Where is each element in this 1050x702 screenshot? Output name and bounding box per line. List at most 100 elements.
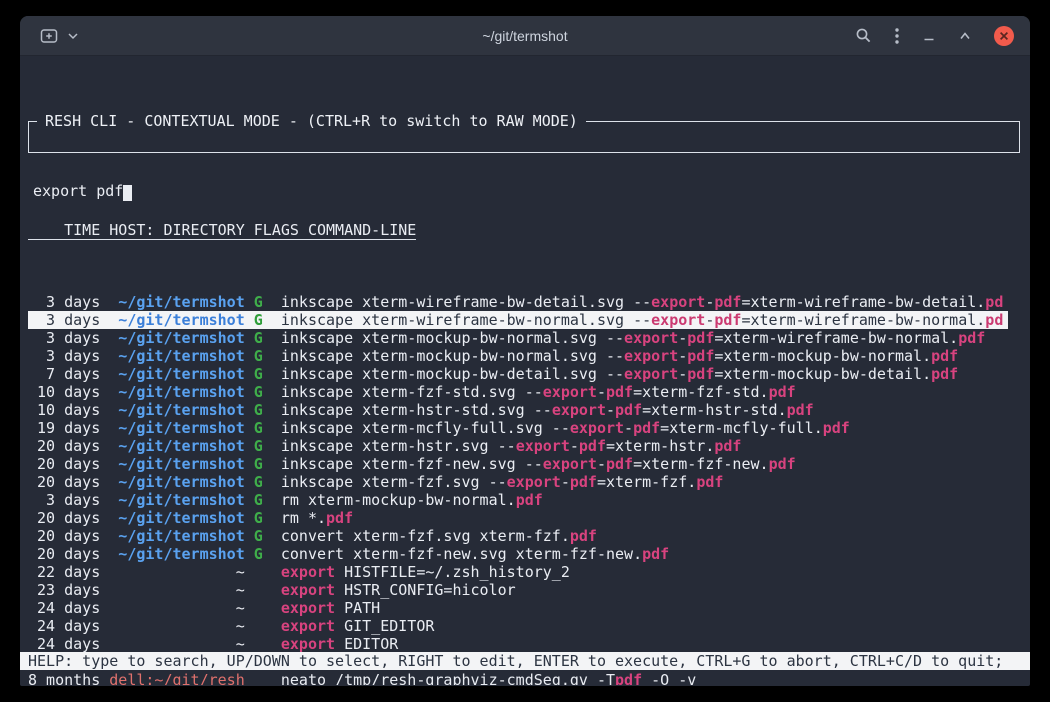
row-flags: G	[254, 419, 281, 437]
row-command: inkscape xterm-mockup-bw-detail.svg --ex…	[281, 365, 958, 383]
command-match-highlight: pdf	[615, 401, 642, 419]
row-command: inkscape xterm-fzf-new.svg --export-pdf=…	[281, 455, 796, 473]
command-match-highlight: pdf	[579, 437, 606, 455]
command-match-highlight: pdf	[787, 401, 814, 419]
history-row: 24 days ~ export GIT_EDITOR	[28, 617, 1008, 635]
row-command: inkscape xterm-mockup-bw-normal.svg --ex…	[281, 347, 958, 365]
command-text: -	[606, 401, 615, 419]
command-match-highlight: export	[651, 311, 705, 329]
row-directory: ~/git/termshot	[109, 365, 254, 383]
command-text: PATH	[335, 599, 380, 617]
command-text: =xterm-fzf-new.	[633, 455, 768, 473]
row-command: inkscape xterm-wireframe-bw-detail.svg -…	[281, 293, 1003, 311]
command-text: -	[705, 293, 714, 311]
history-row: 3 days ~/git/termshot G rm xterm-mockup-…	[28, 491, 1008, 509]
row-directory: ~/git/termshot	[109, 545, 254, 563]
command-text: HSTR_CONFIG=hicolor	[335, 581, 516, 599]
search-button[interactable]	[855, 27, 872, 44]
row-directory: ~/git/termshot	[109, 437, 254, 455]
row-flags	[254, 581, 281, 599]
row-flags: G	[254, 329, 281, 347]
minimize-button[interactable]	[922, 29, 936, 43]
row-flags: G	[254, 545, 281, 563]
row-directory: dell:~/git/resh	[109, 671, 254, 685]
command-text: inkscape xterm-wireframe-bw-detail.svg -…	[281, 293, 651, 311]
row-directory: ~	[109, 635, 254, 653]
maximize-button[interactable]	[958, 29, 972, 43]
row-command: inkscape xterm-mcfly-full.svg --export-p…	[281, 419, 850, 437]
command-match-highlight: pdf	[714, 437, 741, 455]
command-text: -	[570, 437, 579, 455]
command-match-highlight: pdf	[615, 671, 642, 685]
command-match-highlight: export	[570, 419, 624, 437]
command-match-highlight: pdf	[326, 509, 353, 527]
command-text: =xterm-wireframe-bw-normal.	[714, 329, 958, 347]
row-directory: ~/git/termshot	[109, 311, 254, 329]
row-flags: G	[254, 293, 281, 311]
row-time: 20 days	[28, 455, 109, 473]
close-button[interactable]	[994, 26, 1014, 46]
row-time: 20 days	[28, 437, 109, 455]
history-row: 3 days ~/git/termshot G inkscape xterm-m…	[28, 347, 1008, 365]
kebab-menu-icon	[894, 27, 900, 45]
history-row: 10 days ~/git/termshot G inkscape xterm-…	[28, 383, 1008, 401]
command-text: -	[624, 419, 633, 437]
command-match-highlight: pdf	[606, 455, 633, 473]
command-match-highlight: pdf	[696, 473, 723, 491]
command-match-highlight: export	[507, 473, 561, 491]
row-time: 10 days	[28, 401, 109, 419]
command-match-highlight: pd	[985, 311, 1003, 329]
history-row: 20 days ~/git/termshot G convert xterm-f…	[28, 527, 1008, 545]
search-panel-title: RESH CLI - CONTEXTUAL MODE - (CTRL+R to …	[37, 112, 586, 130]
row-flags: G	[254, 311, 281, 329]
row-directory: ~/git/termshot	[109, 383, 254, 401]
row-time: 3 days	[28, 347, 109, 365]
command-text: inkscape xterm-wireframe-bw-normal.svg -…	[281, 311, 651, 329]
row-command: export HISTFILE=~/.zsh_history_2	[281, 563, 570, 581]
row-time: 3 days	[28, 329, 109, 347]
command-match-highlight: pdf	[687, 365, 714, 383]
tab-dropdown-button[interactable]	[68, 32, 78, 40]
command-text: inkscape xterm-mcfly-full.svg --	[281, 419, 570, 437]
menu-button[interactable]	[894, 27, 900, 45]
command-match-highlight: pdf	[516, 491, 543, 509]
row-flags: G	[254, 401, 281, 419]
command-text: neato /tmp/resh-graphviz-cmdSeq.gv -T	[281, 671, 615, 685]
command-match-highlight: export	[624, 347, 678, 365]
command-match-highlight: pdf	[769, 383, 796, 401]
history-row: 20 days ~/git/termshot G rm *.pdf	[28, 509, 1008, 527]
row-flags: G	[254, 455, 281, 473]
command-text: convert xterm-fzf-new.svg xterm-fzf-new.	[281, 545, 642, 563]
history-rows: 3 days ~/git/termshot G inkscape xterm-w…	[28, 293, 1008, 685]
row-time: 24 days	[28, 599, 109, 617]
command-text: inkscape xterm-mockup-bw-detail.svg --	[281, 365, 624, 383]
search-input[interactable]: export pdf	[29, 176, 1019, 200]
row-directory: ~	[109, 563, 254, 581]
history-row: 22 days ~ export HISTFILE=~/.zsh_history…	[28, 563, 1008, 581]
history-row: 24 days ~ export PATH	[28, 599, 1008, 617]
command-text: -	[597, 455, 606, 473]
row-time: 3 days	[28, 293, 109, 311]
row-command: inkscape xterm-wireframe-bw-normal.svg -…	[281, 311, 1003, 329]
command-match-highlight: pdf	[570, 473, 597, 491]
row-flags: G	[254, 509, 281, 527]
new-tab-button[interactable]	[40, 28, 58, 44]
minimize-icon	[922, 29, 936, 43]
row-flags: G	[254, 491, 281, 509]
row-directory: ~/git/termshot	[109, 491, 254, 509]
command-text: =xterm-fzf-std.	[633, 383, 768, 401]
command-match-highlight: pdf	[606, 383, 633, 401]
command-text: -	[597, 383, 606, 401]
row-time: 20 days	[28, 473, 109, 491]
terminal-screen[interactable]: RESH CLI - CONTEXTUAL MODE - (CTRL+R to …	[20, 56, 1030, 685]
row-flags: G	[254, 383, 281, 401]
command-text: GIT_EDITOR	[335, 617, 434, 635]
command-match-highlight: pdf	[633, 419, 660, 437]
history-row: 3 days ~/git/termshot G inkscape xterm-w…	[28, 311, 1008, 329]
row-time: 24 days	[28, 635, 109, 653]
command-match-highlight: export	[624, 329, 678, 347]
row-time: 22 days	[28, 563, 109, 581]
command-match-highlight: pd	[985, 293, 1003, 311]
row-time: 3 days	[28, 311, 109, 329]
search-panel: RESH CLI - CONTEXTUAL MODE - (CTRL+R to …	[28, 121, 1020, 153]
